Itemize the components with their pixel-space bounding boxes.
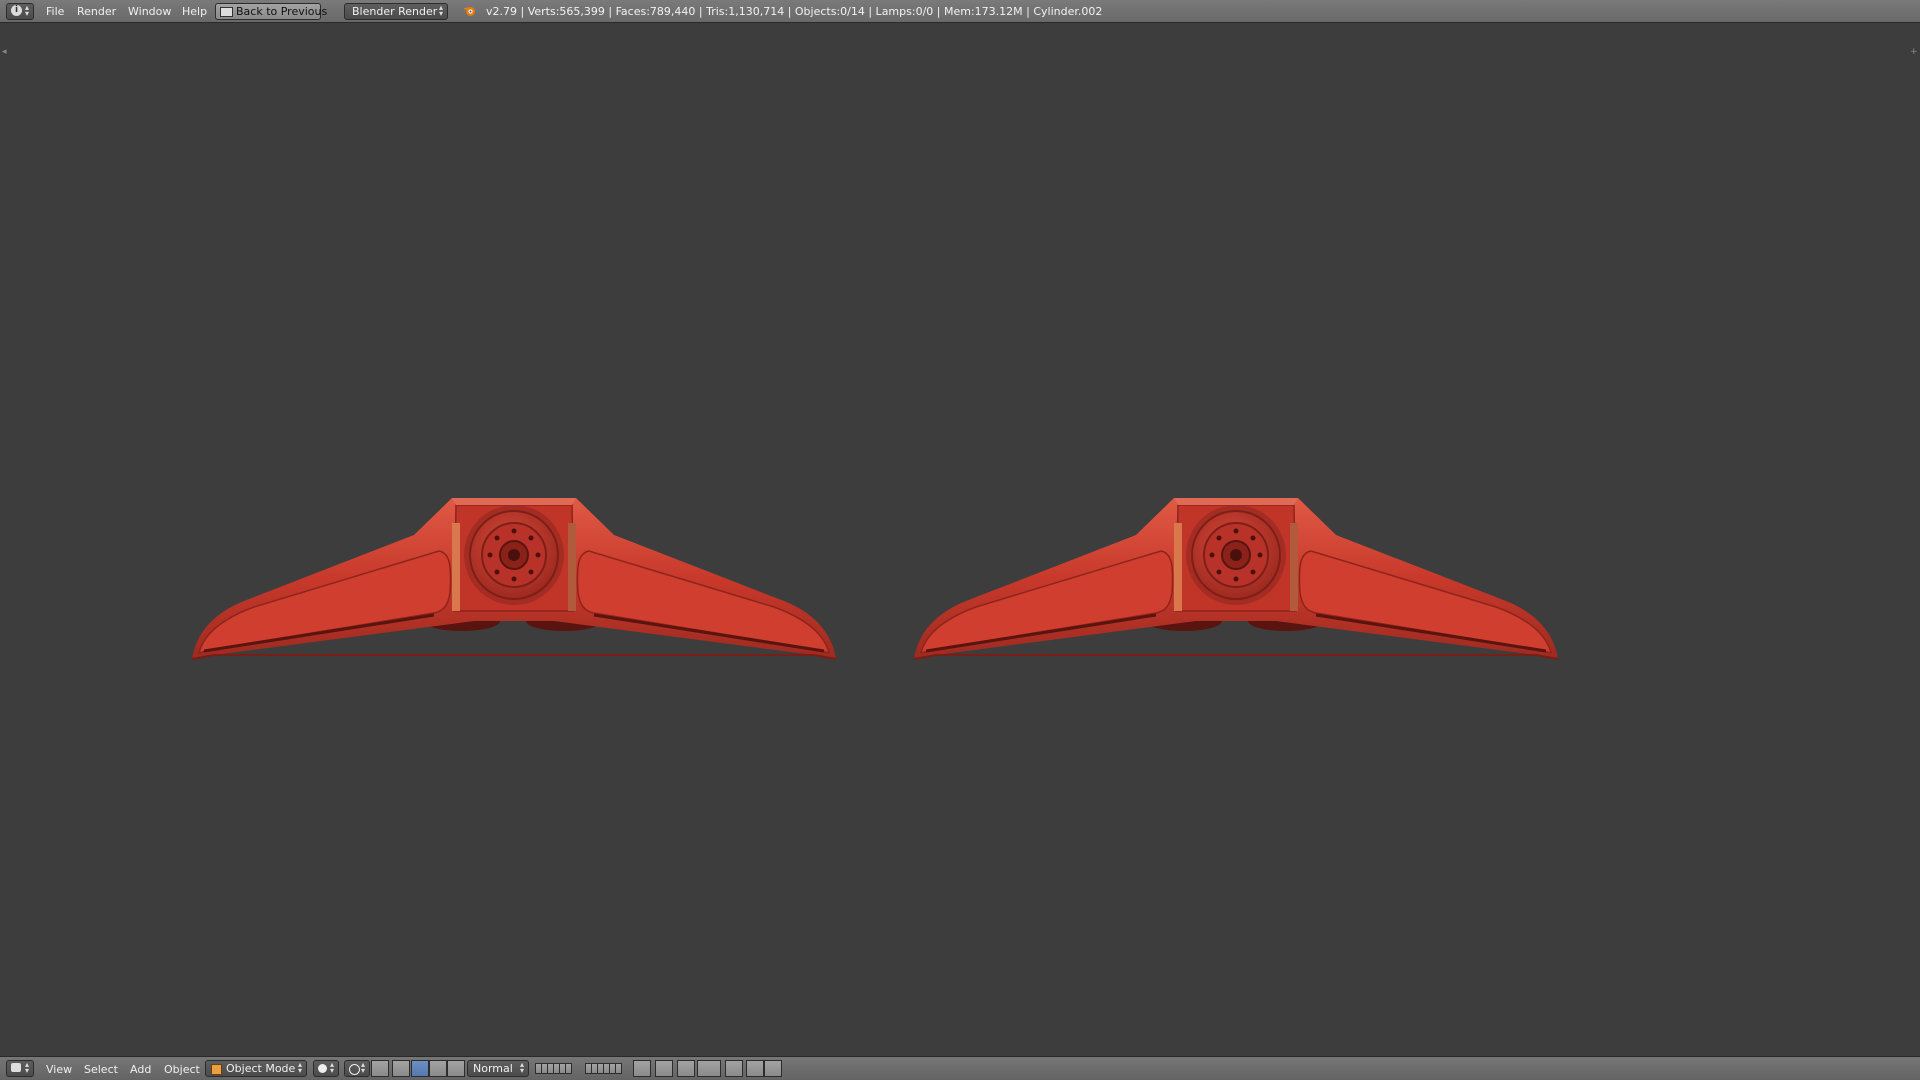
manipulator-toggle[interactable]	[392, 1060, 410, 1077]
menu-render[interactable]: Render	[77, 5, 116, 18]
info-icon: i	[11, 5, 22, 16]
render-image-icon[interactable]	[746, 1060, 764, 1077]
back-to-previous-label: Back to Previous	[236, 5, 328, 18]
menu-select[interactable]: Select	[84, 1063, 118, 1076]
proportional-edit-icon[interactable]	[655, 1060, 673, 1077]
menu-view[interactable]: View	[46, 1063, 72, 1076]
interaction-mode-select[interactable]: Object Mode ▴ ▾	[205, 1060, 307, 1077]
info-header: i ▴ ▾ File Render Window Help Back to Pre…	[0, 0, 1920, 23]
3d-view-icon	[11, 1063, 21, 1072]
pivot-point-select[interactable]: ▴ ▾	[344, 1060, 370, 1077]
menu-object[interactable]: Object	[164, 1063, 200, 1076]
menu-add[interactable]: Add	[130, 1063, 151, 1076]
model-left-eye	[190, 496, 838, 661]
interaction-mode-label: Object Mode	[226, 1062, 296, 1075]
transform-orientation-select[interactable]: Normal ▴ ▾	[467, 1060, 529, 1077]
snap-element-icon[interactable]	[697, 1060, 721, 1077]
screen-back-icon	[220, 7, 233, 17]
3d-view-header: ▴ ▾ View Select Add Object Object Mode ▴ ▾…	[0, 1056, 1920, 1080]
layer-button[interactable]	[565, 1063, 572, 1074]
model-right-eye	[912, 496, 1560, 661]
lock-camera-icon[interactable]	[633, 1060, 651, 1077]
blender-logo-icon	[463, 5, 476, 17]
chevron-updown-icon: ▴ ▾	[438, 3, 443, 18]
only-origins-toggle[interactable]	[371, 1060, 389, 1077]
chevron-updown-icon: ▴ ▾	[24, 3, 29, 18]
solid-sphere-icon	[318, 1064, 327, 1073]
chevron-updown-icon: ▴ ▾	[360, 1060, 365, 1075]
chevron-updown-icon: ▴ ▾	[329, 1060, 334, 1075]
render-animation-icon[interactable]	[764, 1060, 782, 1077]
editor-type-button[interactable]: ▴ ▾	[6, 1060, 34, 1077]
menu-file[interactable]: File	[46, 5, 64, 18]
viewport-shading-select[interactable]: ▴ ▾	[313, 1060, 339, 1077]
scale-manipulator-toggle[interactable]	[447, 1060, 465, 1077]
render-engine-label: Blender Render	[352, 5, 438, 18]
stereo-render-view	[190, 496, 1560, 661]
pivot-icon	[349, 1064, 360, 1075]
translate-manipulator-toggle[interactable]	[411, 1060, 429, 1077]
object-mode-icon	[211, 1064, 222, 1075]
chevron-updown-icon: ▴ ▾	[297, 1060, 302, 1075]
layer-button[interactable]	[615, 1063, 622, 1074]
3d-viewport[interactable]: ◂ +	[0, 23, 1920, 1056]
chevron-updown-icon: ▴ ▾	[519, 1060, 524, 1075]
render-engine-select[interactable]: Blender Render ▴ ▾	[344, 3, 448, 20]
opengl-render-icon[interactable]	[725, 1060, 743, 1077]
menu-window[interactable]: Window	[128, 5, 171, 18]
menu-help[interactable]: Help	[182, 5, 207, 18]
scene-statistics: v2.79 | Verts:565,399 | Faces:789,440 | …	[486, 5, 1103, 18]
transform-orientation-label: Normal	[473, 1062, 513, 1075]
back-to-previous-button[interactable]: Back to Previous	[215, 3, 327, 20]
layer-buttons-group-2[interactable]	[585, 1063, 622, 1077]
rotate-manipulator-toggle[interactable]	[429, 1060, 447, 1077]
editor-type-button[interactable]: i ▴ ▾	[6, 3, 34, 20]
chevron-updown-icon: ▴ ▾	[24, 1060, 29, 1075]
snap-toggle-icon[interactable]	[677, 1060, 695, 1077]
layer-buttons-group-1[interactable]	[535, 1063, 572, 1077]
